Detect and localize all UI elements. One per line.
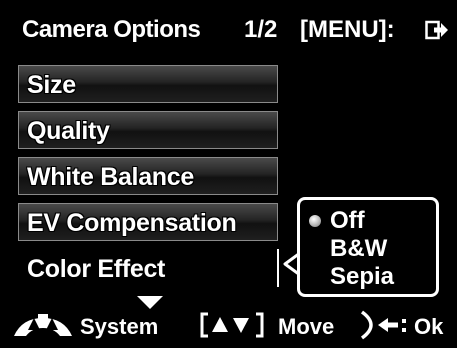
menu-item-label: Quality (26, 116, 110, 146)
menu-item-quality[interactable]: Quality (18, 111, 278, 149)
submenu-option-sepia[interactable]: Sepia (330, 263, 394, 291)
page-title: Camera Options (22, 16, 201, 43)
submenu-option-off[interactable]: Off (330, 207, 365, 235)
header: Camera Options 1/2 [MENU]: (0, 0, 457, 50)
menu-item-label: EV Compensation (26, 208, 237, 238)
menu-item-label: Color Effect (27, 255, 166, 283)
color-effect-submenu: Off B&W Sepia (297, 197, 439, 297)
menu-item-white-balance[interactable]: White Balance (18, 157, 278, 195)
menu-item-size[interactable]: Size (18, 65, 278, 103)
ok-label: Ok (414, 314, 444, 339)
options-menu: Size Quality White Balance EV Compensati… (18, 65, 280, 295)
menu-item-label: White Balance (26, 162, 195, 192)
camera-mode-dial-icon (14, 314, 72, 336)
submenu-option-bw[interactable]: B&W (330, 235, 387, 263)
footer-hints: System Move Ok (0, 306, 457, 348)
camera-options-screen: Camera Options 1/2 [MENU]: Size Quality … (0, 0, 457, 348)
menu-item-label: Size (26, 70, 77, 100)
page-indicator: 1/2 (244, 16, 278, 43)
up-down-arrows-icon (200, 312, 264, 338)
menu-item-color-effect[interactable]: Color Effect (18, 249, 279, 287)
menu-hint-label: [MENU]: (300, 16, 395, 43)
right-arrow-button-icon (360, 310, 406, 340)
system-label: System (80, 314, 159, 339)
selected-radio-icon (309, 215, 321, 227)
exit-arrow-icon (425, 20, 448, 40)
menu-item-ev-compensation[interactable]: EV Compensation (18, 203, 278, 241)
move-label: Move (278, 314, 335, 339)
